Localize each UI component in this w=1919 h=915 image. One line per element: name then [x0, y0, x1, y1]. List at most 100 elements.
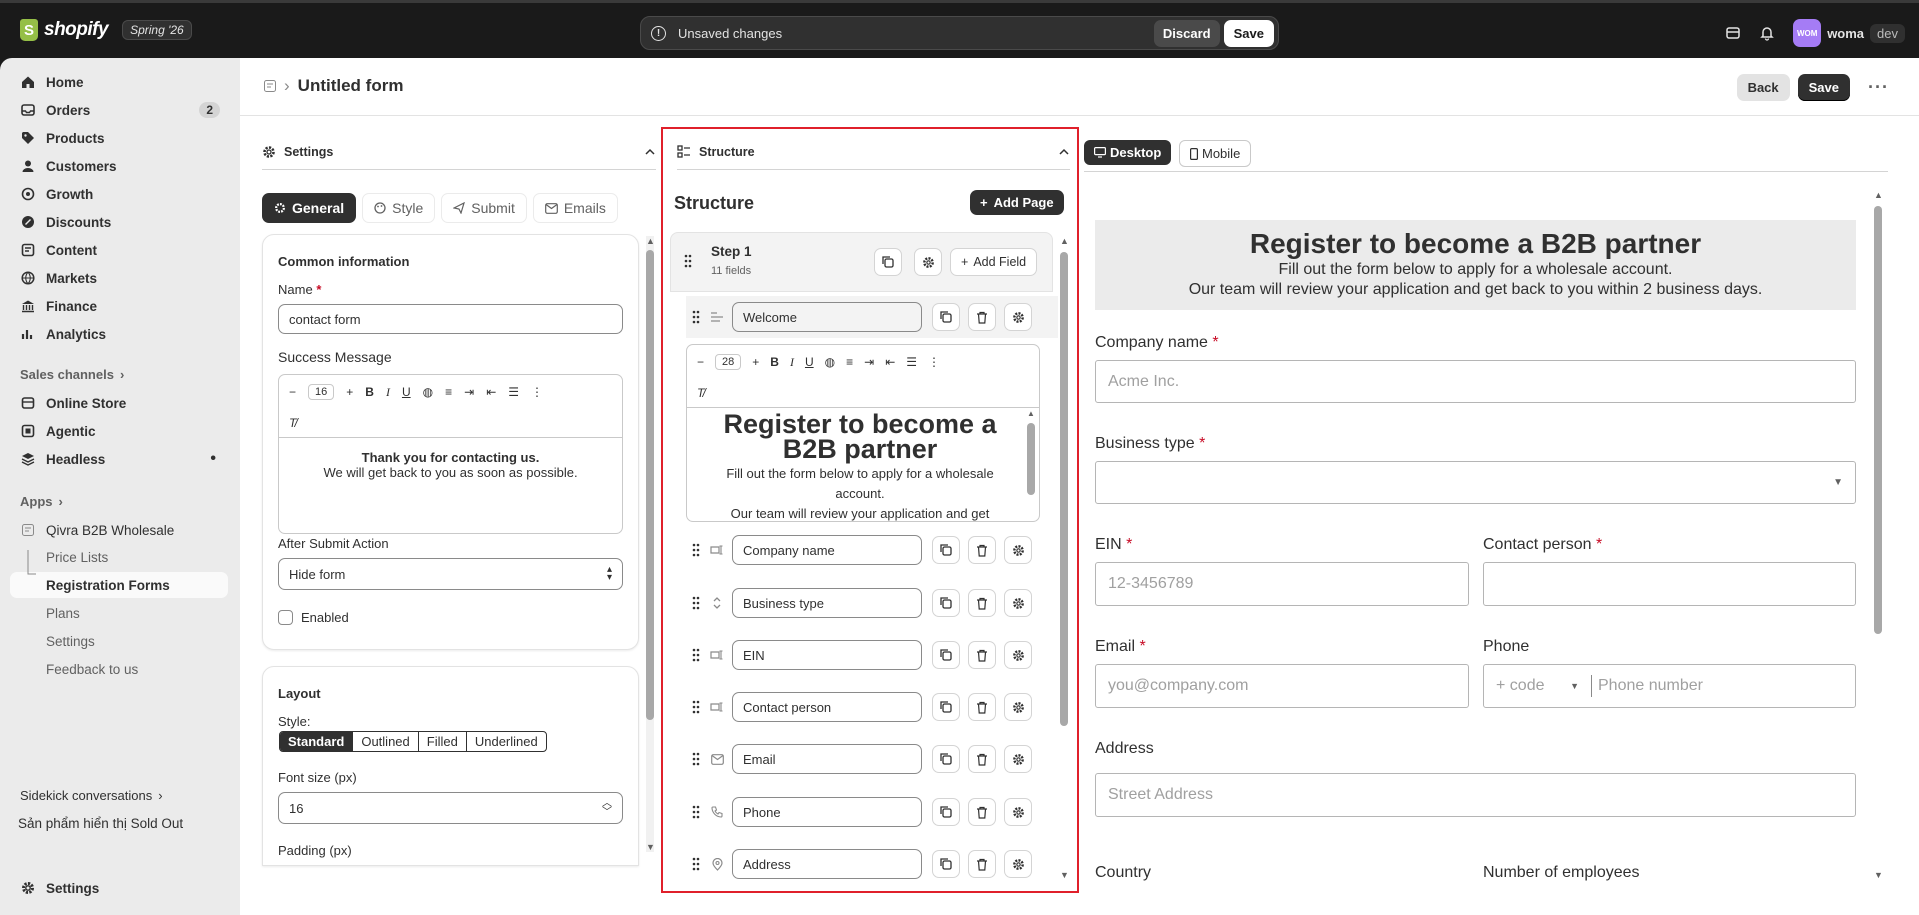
- bell-icon[interactable]: [1759, 25, 1775, 41]
- delete-field-button[interactable]: [968, 798, 996, 826]
- sidebar-item-headless[interactable]: Headless •: [10, 445, 228, 473]
- enabled-checkbox-row[interactable]: Enabled: [278, 610, 349, 625]
- shopify-logo[interactable]: S shopify Spring '26: [20, 19, 192, 41]
- settings-scroll-thumb[interactable]: [646, 250, 654, 720]
- sidebar-item-growth[interactable]: Growth: [10, 180, 228, 208]
- outdent-icon[interactable]: ⇤: [885, 355, 895, 369]
- field-name-business-type[interactable]: Business type: [732, 588, 922, 618]
- chevron-up-icon[interactable]: [1058, 146, 1070, 158]
- email-input[interactable]: you@company.com: [1095, 664, 1469, 708]
- scroll-up-icon[interactable]: ▲: [1060, 236, 1069, 246]
- field-settings-button[interactable]: [1004, 589, 1032, 617]
- duplicate-field-button[interactable]: [932, 850, 960, 878]
- style-standard[interactable]: Standard: [280, 732, 353, 751]
- sidebar-item-price-lists[interactable]: Price Lists: [10, 544, 228, 570]
- field-settings-button[interactable]: [1004, 693, 1032, 721]
- scroll-down-icon[interactable]: ▼: [1874, 870, 1883, 880]
- sidebar-item-orders[interactable]: Orders 2: [10, 96, 228, 124]
- outdent-icon[interactable]: ⇤: [486, 385, 496, 399]
- sidebar-item-markets[interactable]: Markets: [10, 264, 228, 292]
- indent-icon[interactable]: ⇥: [464, 385, 474, 399]
- sidebar-item-feedback[interactable]: Feedback to us: [10, 656, 228, 682]
- sidebar-item-customers[interactable]: Customers: [10, 152, 228, 180]
- style-outlined[interactable]: Outlined: [352, 732, 417, 751]
- sidebar-item-discounts[interactable]: Discounts: [10, 208, 228, 236]
- scroll-down-icon[interactable]: ▼: [1060, 870, 1069, 880]
- font-decrease-button[interactable]: −: [289, 385, 296, 399]
- sidebar-item-qivra-app[interactable]: Qivra B2B Wholesale: [10, 516, 228, 544]
- font-increase-button[interactable]: +: [752, 355, 759, 369]
- field-settings-button[interactable]: [1004, 850, 1032, 878]
- editor-body[interactable]: Thank you for contacting us. We will get…: [279, 437, 622, 480]
- drag-handle-icon[interactable]: [686, 752, 706, 766]
- sidebar-item-agentic[interactable]: Agentic: [10, 417, 228, 445]
- contact-person-input[interactable]: [1483, 562, 1856, 606]
- duplicate-field-button[interactable]: [932, 536, 960, 564]
- scroll-up-icon[interactable]: ▲: [646, 236, 655, 246]
- discard-button[interactable]: Discard: [1153, 19, 1220, 47]
- success-message-editor[interactable]: − 16 + B I U ◍ ≡ ⇥ ⇤ ☰ ⋮ T̸ Thank you fo…: [278, 374, 623, 534]
- sidebar-item-online-store[interactable]: Online Store: [10, 389, 228, 417]
- tab-emails[interactable]: Emails: [532, 193, 618, 223]
- sidekick-conversation-item[interactable]: Sản phẩm hiển thị Sold Out: [18, 816, 183, 831]
- drag-handle-icon[interactable]: [684, 254, 692, 268]
- field-name-email[interactable]: Email: [732, 744, 922, 774]
- street-address-input[interactable]: Street Address: [1095, 773, 1856, 817]
- delete-field-button[interactable]: [968, 589, 996, 617]
- forms-app-icon[interactable]: [264, 80, 276, 92]
- preview-scroll-thumb[interactable]: [1874, 206, 1882, 634]
- sidebar-item-registration-forms[interactable]: Registration Forms: [10, 572, 228, 598]
- indent-icon[interactable]: ⇥: [864, 355, 874, 369]
- field-settings-button[interactable]: [1004, 641, 1032, 669]
- delete-field-button[interactable]: [968, 745, 996, 773]
- more-actions-icon[interactable]: ···: [1858, 77, 1899, 98]
- drag-handle-icon[interactable]: [686, 805, 706, 819]
- user-menu[interactable]: WOM woma dev: [1793, 19, 1905, 47]
- drag-handle-icon[interactable]: [686, 543, 706, 557]
- color-icon[interactable]: ◍: [825, 355, 835, 369]
- scroll-up-icon[interactable]: ▲: [1874, 190, 1883, 200]
- drag-handle-icon[interactable]: [686, 596, 706, 610]
- drag-handle-icon[interactable]: [686, 700, 706, 714]
- settings-panel-header[interactable]: Settings: [262, 134, 656, 170]
- structure-panel-header[interactable]: Structure: [677, 134, 1070, 170]
- sidebar-item-home[interactable]: Home: [10, 68, 228, 96]
- add-field-button[interactable]: + Add Field: [950, 248, 1038, 276]
- bullet-list-icon[interactable]: ☰: [906, 355, 917, 369]
- add-page-button[interactable]: + Add Page: [970, 190, 1064, 215]
- editor-body[interactable]: Register to become a B2B partner Fill ou…: [687, 407, 1039, 521]
- stepper-arrows-icon[interactable]: ︿ ﹀: [602, 799, 612, 818]
- duplicate-field-button[interactable]: [932, 303, 960, 331]
- drag-handle-icon[interactable]: [686, 310, 706, 324]
- editor-scroll-thumb[interactable]: [1027, 423, 1035, 495]
- mobile-view-button[interactable]: Mobile: [1179, 140, 1252, 167]
- sidebar-item-products[interactable]: Products: [10, 124, 228, 152]
- structure-scroll-thumb[interactable]: [1060, 252, 1068, 726]
- field-settings-button[interactable]: [1004, 798, 1032, 826]
- country-code-select[interactable]: + code ▼: [1484, 675, 1592, 697]
- structure-scrollbar[interactable]: ▲ ▼: [1060, 236, 1069, 880]
- field-name-company-name[interactable]: Company name: [732, 535, 922, 565]
- field-settings-button[interactable]: [1004, 536, 1032, 564]
- tab-submit[interactable]: Submit: [441, 193, 527, 223]
- delete-field-button[interactable]: [968, 850, 996, 878]
- chevron-up-icon[interactable]: [644, 146, 656, 158]
- duplicate-step-button[interactable]: [874, 248, 902, 276]
- step-settings-button[interactable]: [914, 248, 942, 276]
- field-name-phone[interactable]: Phone: [732, 797, 922, 827]
- underline-icon[interactable]: U: [805, 355, 814, 369]
- font-increase-button[interactable]: +: [346, 385, 353, 399]
- sidebar-item-app-settings[interactable]: Settings: [10, 628, 228, 654]
- drag-handle-icon[interactable]: [686, 648, 706, 662]
- italic-icon[interactable]: I: [386, 385, 390, 400]
- apps-heading[interactable]: Apps ›: [20, 494, 63, 509]
- duplicate-field-button[interactable]: [932, 693, 960, 721]
- field-name-address[interactable]: Address: [732, 849, 922, 879]
- delete-field-button[interactable]: [968, 536, 996, 564]
- settings-scrollbar[interactable]: ▲ ▼: [646, 236, 655, 852]
- fontsize-input[interactable]: 16 ︿ ﹀: [278, 792, 623, 824]
- align-icon[interactable]: ≡: [445, 385, 452, 399]
- storefront-icon[interactable]: [1725, 25, 1741, 41]
- duplicate-field-button[interactable]: [932, 745, 960, 773]
- editor-scrollbar[interactable]: ▲: [1027, 409, 1035, 519]
